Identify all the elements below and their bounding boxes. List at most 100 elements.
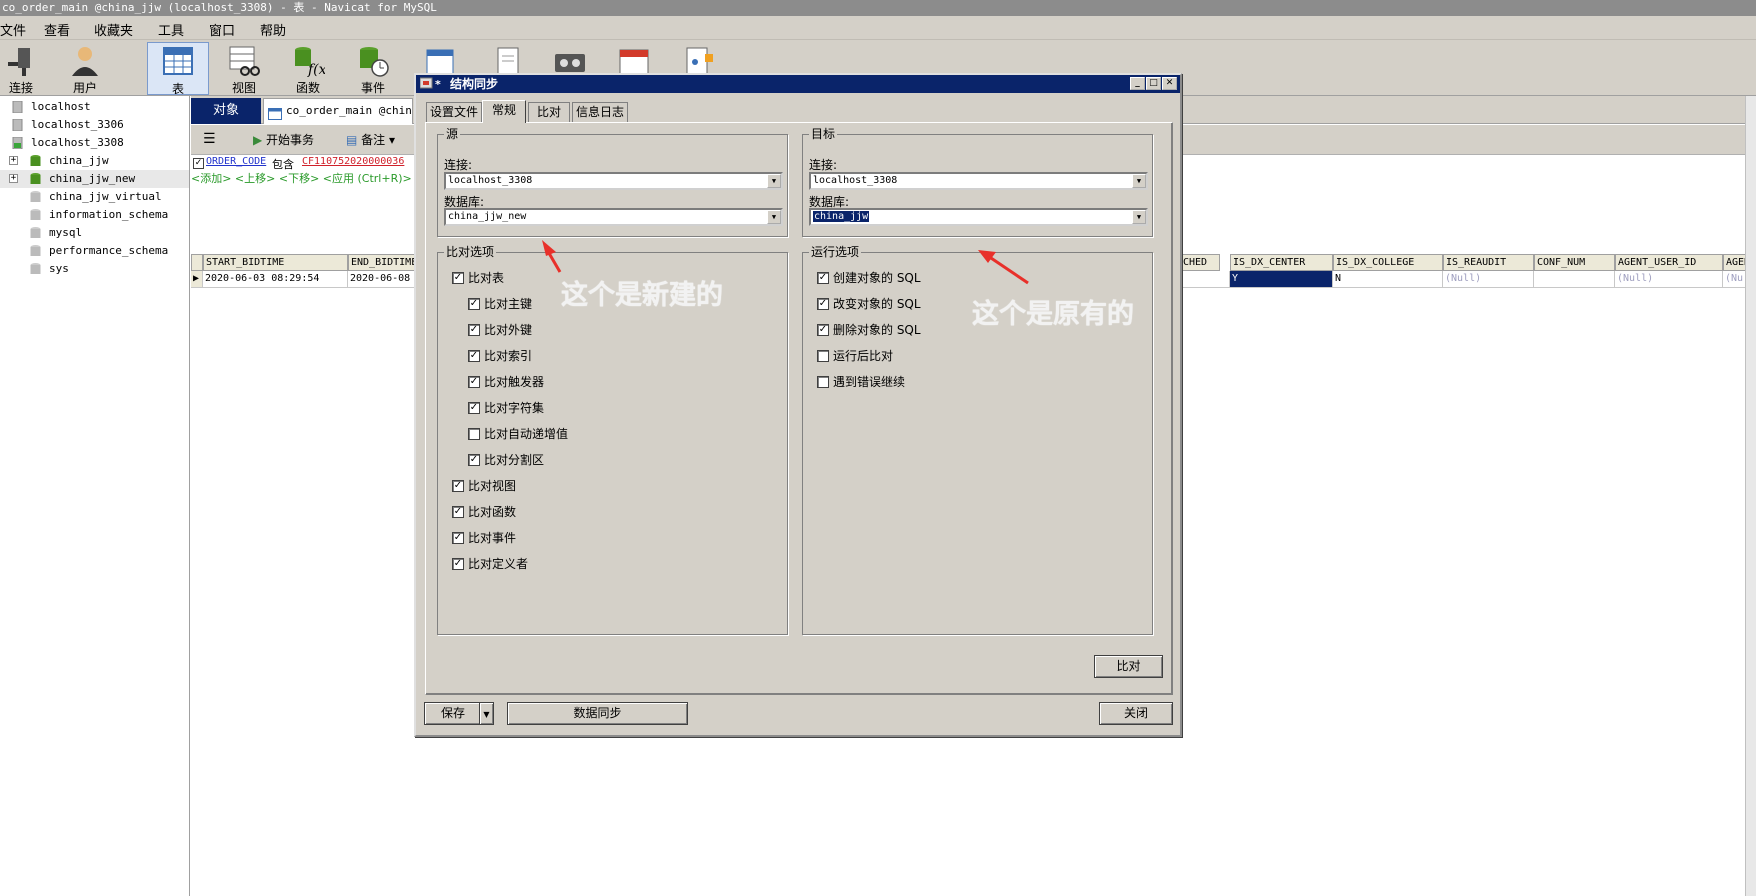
maximize-button[interactable]: □ xyxy=(1146,77,1161,90)
chevron-down-icon[interactable]: ▼ xyxy=(1132,174,1146,188)
target-database-value: china_jjw xyxy=(813,211,870,222)
vertical-scrollbar[interactable] xyxy=(1745,96,1756,896)
close-window-button[interactable]: ✕ xyxy=(1162,77,1177,90)
checkmark-icon[interactable]: ✓ xyxy=(468,298,480,310)
source-note: 这个是新建的 xyxy=(561,280,723,311)
filter-value[interactable]: CF110752020000036 xyxy=(302,156,404,167)
checkmark-icon[interactable]: ✓ xyxy=(452,532,464,544)
tree-item-localhost-3308[interactable]: localhost_3308 xyxy=(0,134,189,152)
toolbar-table-button[interactable]: 表 xyxy=(147,42,209,96)
menu-view[interactable]: 查看 xyxy=(44,20,70,39)
cell-start-bidtime[interactable]: 2020-06-03 08:29:54 xyxy=(203,271,348,288)
checkmark-icon[interactable]: ✓ xyxy=(452,480,464,492)
menu-file[interactable]: 文件 xyxy=(0,20,26,39)
toolbar-user-button[interactable]: 用户 xyxy=(54,42,116,95)
checkmark-icon[interactable]: ✓ xyxy=(468,454,480,466)
target-database-select[interactable]: china_jjw ▼ xyxy=(809,208,1148,226)
checkmark-icon[interactable]: ✓ xyxy=(452,558,464,570)
source-database-select[interactable]: china_jjw_new ▼ xyxy=(444,208,783,226)
checkbox-empty-icon[interactable] xyxy=(468,428,480,440)
save-dropdown-button[interactable]: ▼ xyxy=(479,702,494,725)
cell-is-reaudit[interactable]: (Null) xyxy=(1443,271,1534,288)
toolbar-connect-button[interactable]: 连接 xyxy=(0,42,52,95)
cell-ched[interactable] xyxy=(1180,271,1230,288)
cell-is-dx-center[interactable]: Y xyxy=(1230,271,1333,288)
tree-item-information-schema[interactable]: information_schema xyxy=(0,206,189,224)
begin-transaction-button[interactable]: ▶ 开始事务 xyxy=(253,131,314,148)
checkbox-empty-icon[interactable] xyxy=(817,376,829,388)
column-header-conf-num[interactable]: CONF_NUM xyxy=(1534,254,1615,271)
tree-item-sys[interactable]: sys xyxy=(0,260,189,278)
tree-item-mysql[interactable]: mysql xyxy=(0,224,189,242)
menu-favorites[interactable]: 收藏夹 xyxy=(94,20,133,39)
tree-item-china-jjw-new[interactable]: + china_jjw_new xyxy=(0,170,189,188)
tab-profile[interactable]: 设置文件 xyxy=(426,102,482,122)
target-connection-select[interactable]: localhost_3308 ▼ xyxy=(809,172,1148,190)
checkmark-icon[interactable]: ✓ xyxy=(817,324,829,336)
column-header-start-bidtime[interactable]: START_BIDTIME xyxy=(203,254,348,271)
column-header-is-dx-college[interactable]: IS_DX_COLLEGE xyxy=(1333,254,1443,271)
cell-agent-user-id[interactable]: (Null) xyxy=(1615,271,1723,288)
memo-button[interactable]: ▤ 备注 ▾ xyxy=(346,131,395,148)
tree-item-china-jjw[interactable]: + china_jjw xyxy=(0,152,189,170)
checkmark-icon[interactable]: ✓ xyxy=(817,298,829,310)
checkmark-icon[interactable]: ✓ xyxy=(817,272,829,284)
save-button[interactable]: 保存 xyxy=(424,702,481,725)
tree-item-label: localhost_3306 xyxy=(31,118,124,131)
column-header-agen[interactable]: AGEN xyxy=(1723,254,1747,271)
chevron-down-icon[interactable]: ▼ xyxy=(767,210,781,224)
memo-icon: ▤ xyxy=(346,133,362,147)
transaction-icon: ▶ xyxy=(253,133,267,147)
dialog-titlebar[interactable]: * 结构同步 _ □ ✕ xyxy=(416,75,1180,93)
tree-item-china-jjw-virtual[interactable]: china_jjw_virtual xyxy=(0,188,189,206)
expand-icon[interactable]: + xyxy=(9,174,18,183)
cell-conf-num[interactable] xyxy=(1534,271,1615,288)
tree-item-performance-schema[interactable]: performance_schema xyxy=(0,242,189,260)
column-header-end-bidtime[interactable]: END_BIDTIME xyxy=(348,254,418,271)
close-button[interactable]: 关闭 xyxy=(1099,702,1173,725)
checkmark-icon[interactable]: ✓ xyxy=(452,272,464,284)
cell-end-bidtime[interactable]: 2020-06-08 xyxy=(348,271,418,288)
source-connection-select[interactable]: localhost_3308 ▼ xyxy=(444,172,783,190)
checkmark-icon[interactable]: ✓ xyxy=(452,506,464,518)
tab-log[interactable]: 信息日志 xyxy=(572,102,628,122)
menu-window[interactable]: 窗口 xyxy=(209,20,235,39)
expand-icon[interactable]: + xyxy=(9,156,18,165)
column-header-agent-user-id[interactable]: AGENT_USER_ID xyxy=(1615,254,1723,271)
chevron-down-icon[interactable]: ▼ xyxy=(767,174,781,188)
minimize-button[interactable]: _ xyxy=(1130,77,1145,90)
checkmark-icon[interactable]: ✓ xyxy=(468,350,480,362)
toolbar-table-label: 表 xyxy=(171,82,184,96)
cell-agen[interactable]: (Nu xyxy=(1723,271,1747,288)
tab-compare[interactable]: 比对 xyxy=(528,102,570,122)
database-icon xyxy=(30,263,41,275)
checkmark-icon[interactable]: ✓ xyxy=(468,376,480,388)
menu-help[interactable]: 帮助 xyxy=(260,20,286,39)
column-header-is-dx-center[interactable]: IS_DX_CENTER xyxy=(1230,254,1333,271)
filter-field[interactable]: ORDER_CODE xyxy=(206,156,266,167)
toolbar-function-button[interactable]: f(x) 函数 xyxy=(277,42,339,95)
checkmark-icon[interactable]: ✓ xyxy=(468,402,480,414)
checkbox-empty-icon[interactable] xyxy=(817,350,829,362)
compare-button[interactable]: 比对 xyxy=(1094,655,1163,678)
toolbar-event-button[interactable]: 事件 xyxy=(342,42,404,95)
tree-item-localhost[interactable]: localhost xyxy=(0,98,189,116)
filter-enabled-checkbox[interactable]: ✓ xyxy=(193,158,204,169)
window-titlebar: co_order_main @china_jjw (localhost_3308… xyxy=(0,0,1756,16)
column-header-is-reaudit[interactable]: IS_REAUDIT xyxy=(1443,254,1534,271)
target-group: 目标 连接: localhost_3308 ▼ 数据库: china_jjw ▼ xyxy=(802,127,1153,237)
tab-general[interactable]: 常规 xyxy=(482,100,526,123)
tab-table-editor[interactable]: co_order_main @china_j xyxy=(263,98,413,124)
column-header-ched[interactable]: CHED xyxy=(1180,254,1220,271)
tab-objects[interactable]: 对象 xyxy=(191,98,261,124)
menu-bar: 文件 查看 收藏夹 工具 窗口 帮助 xyxy=(0,16,1756,40)
menu-icon[interactable]: ☰ xyxy=(203,131,216,147)
toolbar-view-button[interactable]: 视图 xyxy=(213,42,275,95)
data-sync-button[interactable]: 数据同步 xyxy=(507,702,688,725)
tree-item-localhost-3306[interactable]: localhost_3306 xyxy=(0,116,189,134)
menu-tools[interactable]: 工具 xyxy=(158,20,184,39)
filter-actions[interactable]: <添加> <上移> <下移> <应用 (Ctrl+R)> xyxy=(191,170,412,186)
cell-is-dx-college[interactable]: N xyxy=(1333,271,1443,288)
chevron-down-icon[interactable]: ▼ xyxy=(1132,210,1146,224)
checkmark-icon[interactable]: ✓ xyxy=(468,324,480,336)
